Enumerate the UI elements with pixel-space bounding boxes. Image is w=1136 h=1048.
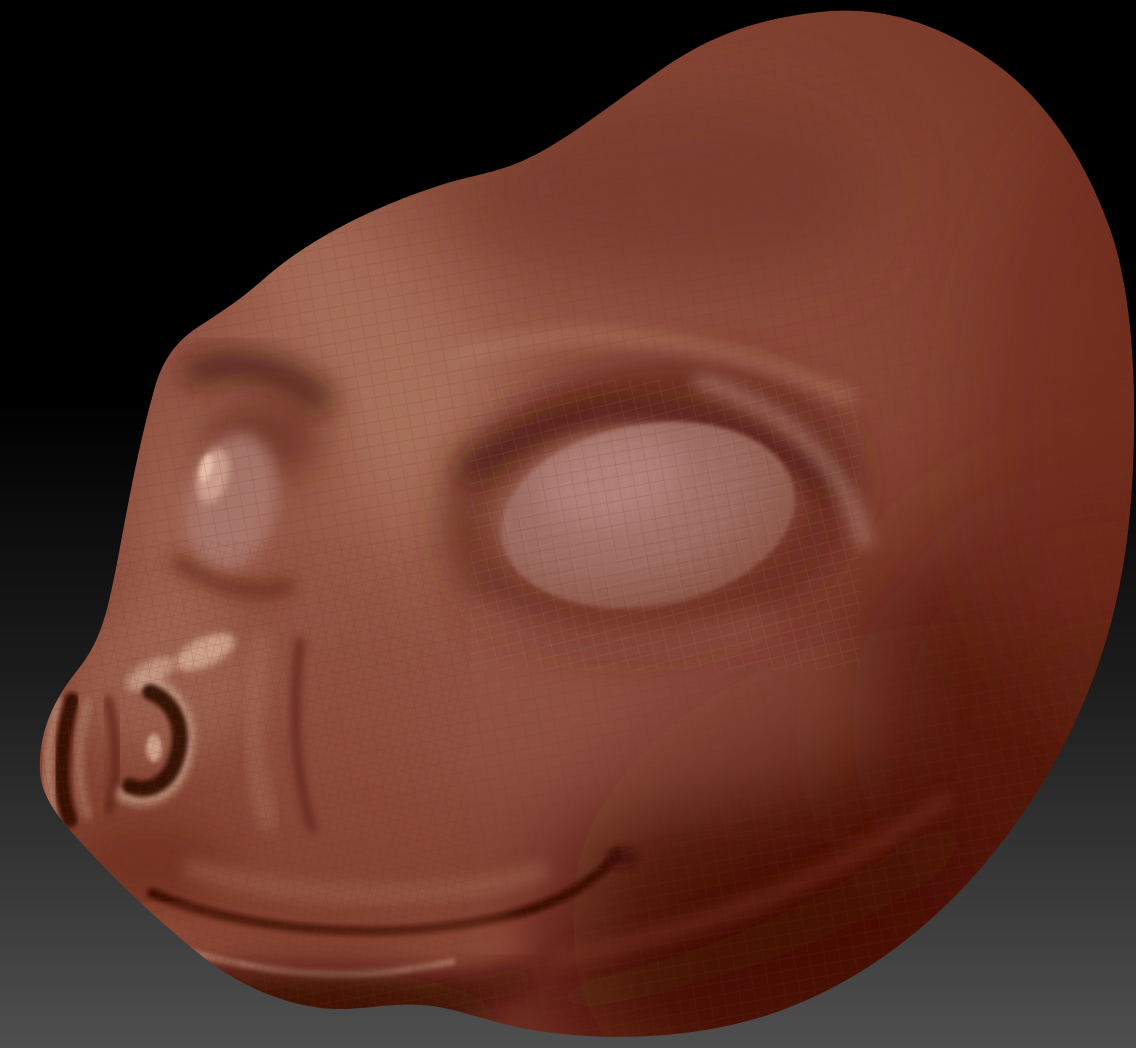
wireframe-overlay-light-eyelid (470, 380, 860, 670)
sculpt-viewport[interactable] (0, 0, 1136, 1048)
creature-head-model (0, 0, 1136, 1048)
wireframe-overlay-dense-muzzle (0, 540, 470, 1048)
